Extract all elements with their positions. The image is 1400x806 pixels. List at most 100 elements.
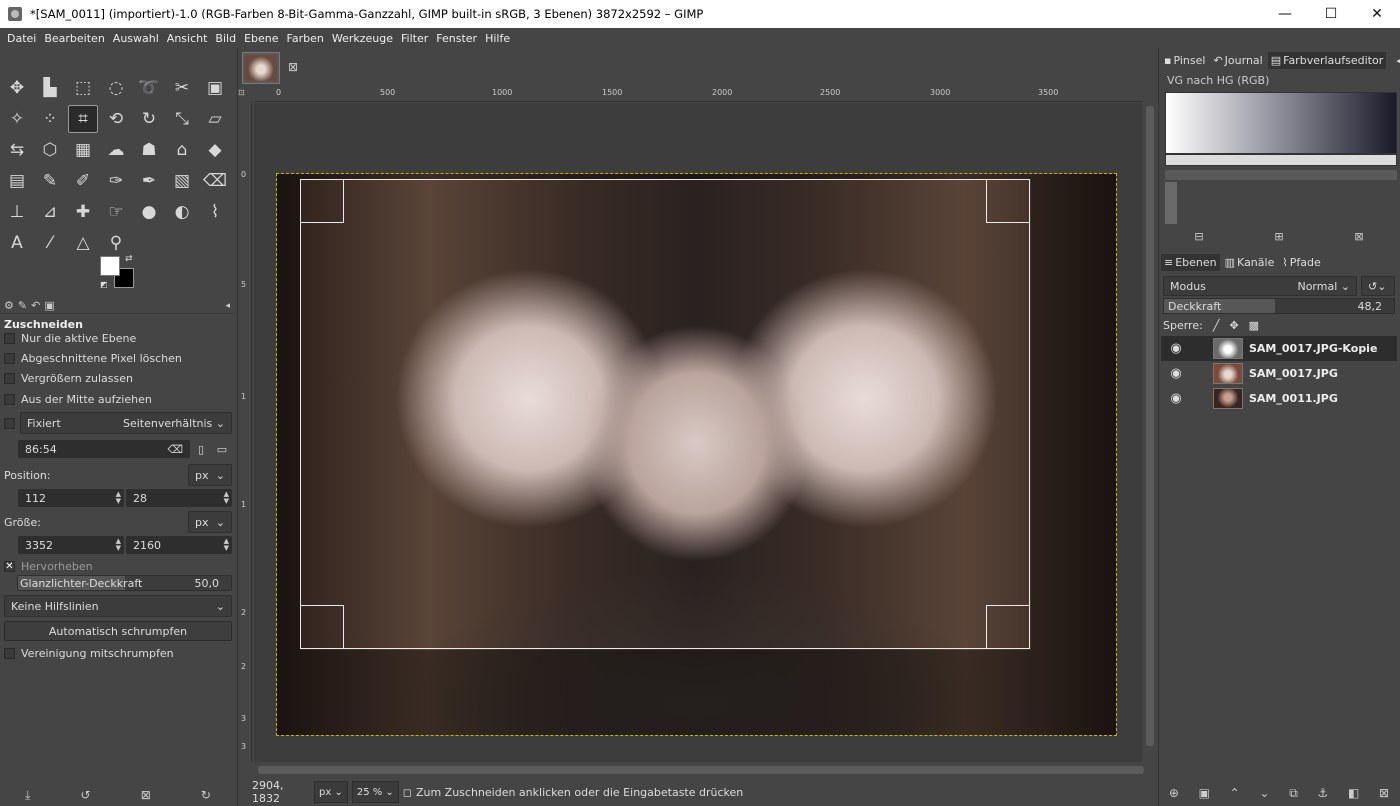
spin-arrows-icon[interactable]: ▲ ▼ <box>224 538 229 552</box>
save-options-icon[interactable]: ⤓ <box>25 788 30 803</box>
raise-layer-icon[interactable]: ⌃ <box>1230 786 1240 800</box>
duplicate-layer-icon[interactable]: ⧉ <box>1289 786 1298 801</box>
zoom-select[interactable]: 25 % ⌄ <box>351 781 399 803</box>
perspective-icon[interactable]: ⬡ <box>35 136 65 164</box>
delete-options-icon[interactable]: ⊠ <box>141 788 151 802</box>
menu-auswahl[interactable]: Auswahl <box>109 32 163 45</box>
position-x-input[interactable]: 112 ▲ ▼ <box>18 489 124 507</box>
color-picker-icon[interactable]: ⁄ <box>35 229 65 257</box>
delete-cropped-row[interactable]: Abgeschnittene Pixel löschen <box>4 349 182 367</box>
size-unit-select[interactable]: px ⌄ <box>188 511 232 533</box>
layer-row[interactable]: ◉ SAM_0017.JPG-Kopie <box>1161 336 1397 361</box>
undo-history-tab-icon[interactable]: ↶ <box>31 299 40 312</box>
mask-icon[interactable]: ◧ <box>1348 786 1359 800</box>
position-unit-select[interactable]: px ⌄ <box>188 464 232 486</box>
align-tool-icon[interactable]: ▙ <box>35 74 65 102</box>
size-height-input[interactable]: 2160 ▲ ▼ <box>126 536 232 554</box>
tab-paths[interactable]: ⌇ Pfade <box>1279 254 1323 271</box>
foreground-select-icon[interactable]: ▣ <box>200 74 230 102</box>
zoom-out-icon[interactable]: ⊟ <box>1194 230 1203 243</box>
shear-icon[interactable]: ▱ <box>200 105 230 133</box>
device-status-tab-icon[interactable]: ✎ <box>18 299 27 312</box>
configure-tab-icon[interactable]: ◂ <box>1396 54 1400 67</box>
menu-bild[interactable]: Bild <box>211 32 240 45</box>
airbrush-icon[interactable]: ✑ <box>101 167 131 195</box>
allow-growing-row[interactable]: Vergrößern zulassen <box>4 369 133 387</box>
fixed-checkbox[interactable] <box>4 417 15 429</box>
horizontal-scrollbar[interactable] <box>254 762 1144 778</box>
text-tool-icon[interactable]: A <box>2 229 32 257</box>
blur-icon[interactable]: ● <box>134 198 164 226</box>
zoom-all-icon[interactable]: ⊠ <box>1354 230 1363 243</box>
delete-cropped-checkbox[interactable] <box>4 352 15 364</box>
crop-tool-icon[interactable]: ⌗ <box>68 105 98 133</box>
fixed-mode-select[interactable]: Fixiert Seitenverhältnis ⌄ <box>20 412 232 434</box>
close-image-icon[interactable]: ⊠ <box>288 60 298 74</box>
expand-from-center-row[interactable]: Aus der Mitte aufziehen <box>4 390 152 408</box>
menu-werkzeuge[interactable]: Werkzeuge <box>328 32 397 45</box>
portrait-icon[interactable]: ▯ <box>192 439 210 459</box>
vertical-ruler[interactable]: 0 5 1 1 2 2 3 3 <box>238 102 252 762</box>
tab-channels[interactable]: ▥ Kanäle <box>1222 254 1278 271</box>
maximize-button[interactable]: ☐ <box>1308 0 1354 28</box>
menu-ebene[interactable]: Ebene <box>240 32 282 45</box>
spin-arrows-icon[interactable]: ▲ ▼ <box>116 491 121 505</box>
gradient-scrollbar[interactable] <box>1165 170 1397 180</box>
crop-handle-bottom-right[interactable] <box>986 605 1030 649</box>
flip-icon[interactable]: ⇆ <box>2 136 32 164</box>
menu-hilfe[interactable]: Hilfe <box>481 32 514 45</box>
tab-history[interactable]: ↶ Journal <box>1210 52 1265 69</box>
tool-options-tab-icon[interactable]: ⚙ <box>4 299 14 312</box>
shrink-merged-row[interactable]: Vereinigung mitschrumpfen <box>4 644 174 662</box>
configure-tab-icon[interactable]: ◂ <box>225 301 230 311</box>
menu-ansicht[interactable]: Ansicht <box>163 32 212 45</box>
lock-pixels-icon[interactable]: ╱ <box>1213 319 1220 332</box>
image-canvas[interactable] <box>254 103 1142 762</box>
highlight-opacity-slider[interactable]: Glanzlichter-Deckkraft 50,0 <box>17 575 232 591</box>
move-tool-icon[interactable]: ✥ <box>2 74 32 102</box>
fixed-checkbox-row[interactable] <box>4 414 15 432</box>
menu-datei[interactable]: Datei <box>3 32 40 45</box>
swap-colors-icon[interactable]: ⇄ <box>125 254 133 264</box>
crop-handle-top-right[interactable] <box>986 179 1030 223</box>
restore-options-icon[interactable]: ↺ <box>81 788 91 802</box>
visibility-eye-icon[interactable]: ◉ <box>1161 391 1191 406</box>
lock-alpha-icon[interactable]: ▩ <box>1249 319 1259 332</box>
gradient-tool-icon[interactable]: ▤ <box>2 167 32 195</box>
layer-opacity-slider[interactable]: Deckkraft 48,2 <box>1163 298 1395 314</box>
minimize-button[interactable]: — <box>1262 0 1308 28</box>
rotate-icon[interactable]: ↻ <box>134 105 164 133</box>
only-active-layer-checkbox[interactable] <box>4 332 15 344</box>
cancel-icon[interactable]: ◻ <box>403 786 412 799</box>
layer-row[interactable]: ◉ SAM_0017.JPG <box>1161 361 1397 386</box>
foreground-color[interactable] <box>100 256 120 276</box>
scissors-icon[interactable]: ✂ <box>167 74 197 102</box>
highlight-checkbox[interactable]: ✕ <box>4 560 15 572</box>
guides-select[interactable]: Keine Hilfslinien ⌄ <box>4 595 232 617</box>
size-width-input[interactable]: 3352 ▲ ▼ <box>18 536 124 554</box>
crop-rectangle[interactable] <box>300 179 1030 649</box>
paths-icon[interactable]: ⌇ <box>200 198 230 226</box>
expand-from-center-checkbox[interactable] <box>4 393 15 405</box>
anchor-layer-icon[interactable]: ⚓ <box>1317 786 1328 800</box>
clone-icon[interactable]: ⊥ <box>2 198 32 226</box>
auto-shrink-button[interactable]: Automatisch schrumpfen <box>4 621 232 641</box>
spin-arrows-icon[interactable]: ▲ ▼ <box>224 491 229 505</box>
3d-transform-icon[interactable]: ▦ <box>68 136 98 164</box>
perspective-clone-icon[interactable]: ⊿ <box>35 198 65 226</box>
tab-layers[interactable]: ≡ Ebenen <box>1161 253 1220 271</box>
scale-icon[interactable]: ⤡ <box>167 105 197 133</box>
unified-transform-icon[interactable]: ⟲ <box>101 105 131 133</box>
layer-mode-select[interactable]: Modus Normal ⌄ <box>1163 276 1357 296</box>
pencil-icon[interactable]: ✐ <box>68 167 98 195</box>
ink-icon[interactable]: ✒ <box>134 167 164 195</box>
tab-gradient-editor[interactable]: ▤ Farbverlaufseditor <box>1267 51 1387 69</box>
vertical-scrollbar[interactable] <box>1142 102 1158 762</box>
close-button[interactable]: ✕ <box>1354 0 1400 28</box>
visibility-eye-icon[interactable]: ◉ <box>1161 366 1191 381</box>
eraser-icon[interactable]: ⌫ <box>200 167 230 195</box>
mypaint-brush-icon[interactable]: ▧ <box>167 167 197 195</box>
reset-colors-icon[interactable]: ◩ <box>100 280 108 289</box>
measure-icon[interactable]: △ <box>68 229 98 257</box>
delete-layer-icon[interactable]: ⊠ <box>1379 786 1389 800</box>
